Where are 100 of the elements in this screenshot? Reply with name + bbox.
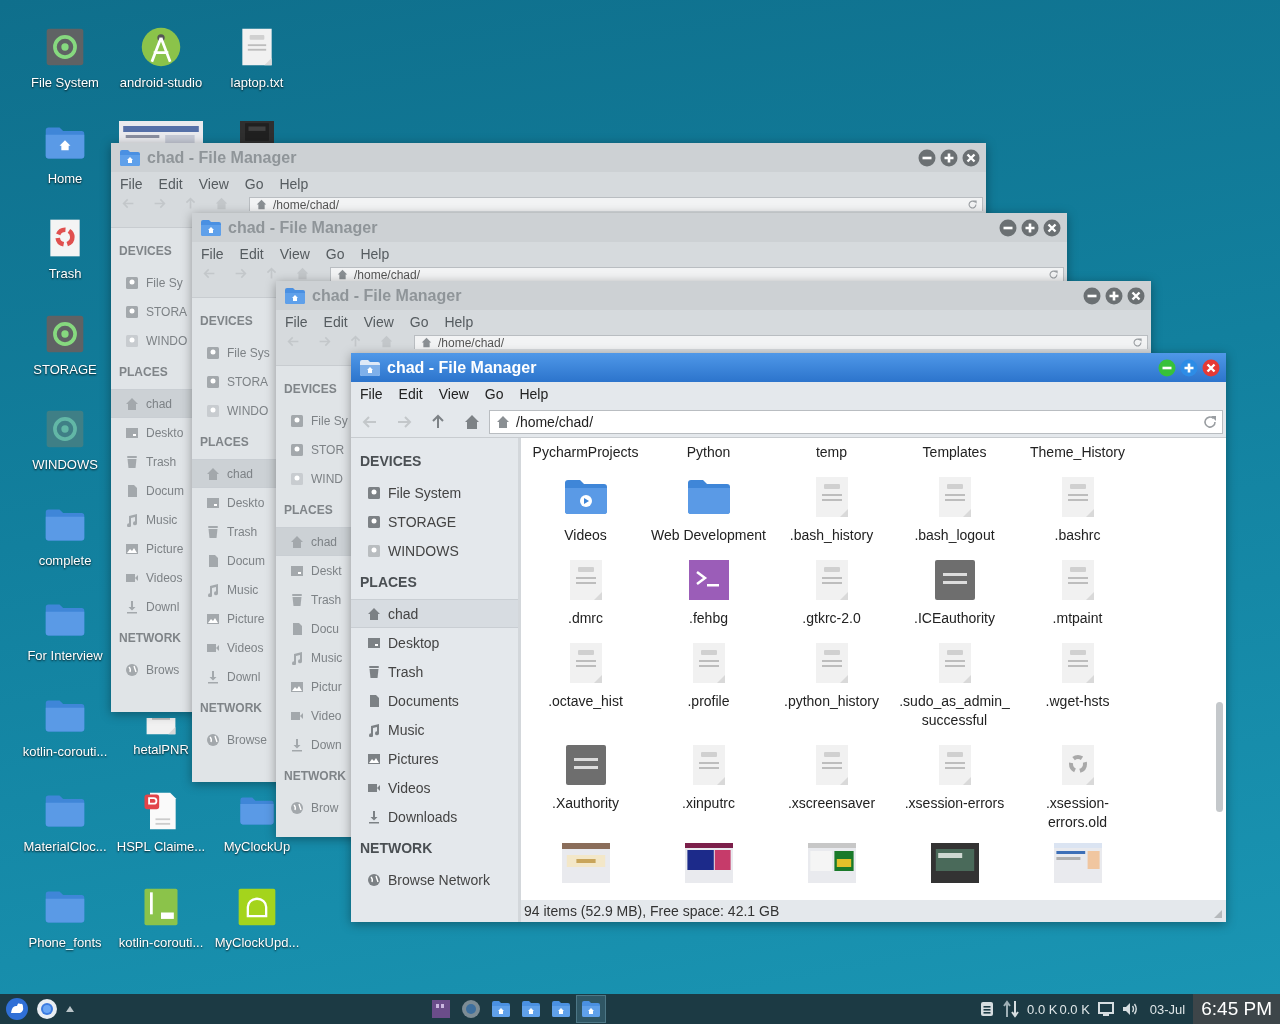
sidebar-item[interactable]: Desktop xyxy=(351,628,518,657)
app-menu-button[interactable] xyxy=(6,998,28,1020)
sidebar-item[interactable]: Browse Network xyxy=(351,865,518,894)
monitor-icon[interactable] xyxy=(1097,1002,1114,1016)
file-name[interactable]: PycharmProjects xyxy=(532,443,639,462)
caret-icon[interactable] xyxy=(66,1006,74,1012)
menu-item[interactable]: Edit xyxy=(390,386,431,402)
minimize-button[interactable] xyxy=(1158,358,1176,377)
file-name[interactable]: .bashrc xyxy=(1054,526,1101,545)
file-name[interactable]: .ICEauthority xyxy=(914,609,995,628)
shortcut-label[interactable]: Trash xyxy=(48,266,82,281)
file-name[interactable]: .xsession-errors.old xyxy=(1020,794,1135,832)
reload-icon[interactable] xyxy=(1202,413,1218,430)
network-arrows-icon[interactable] xyxy=(1003,1000,1020,1018)
shortcut-label[interactable]: WINDOWS xyxy=(32,457,98,472)
shortcut-label[interactable]: MyClockUpd... xyxy=(214,934,300,950)
sidebar-item[interactable]: File System xyxy=(351,478,518,507)
section-heading: NETWORK xyxy=(359,839,434,858)
file-name[interactable]: Web Development xyxy=(651,526,766,545)
file-name[interactable]: .xsession-errors xyxy=(904,794,1005,813)
folder-icon xyxy=(119,148,141,167)
menu-item[interactable]: Help xyxy=(511,386,557,402)
menu-item[interactable]: View xyxy=(430,386,477,402)
shortcut-label[interactable]: For Interview xyxy=(27,648,103,663)
shortcut-label[interactable]: hetalPNR xyxy=(133,741,189,757)
folder-icon xyxy=(200,218,222,237)
shortcut-label[interactable]: HSPL Claime... xyxy=(116,839,206,854)
clipboard-icon[interactable] xyxy=(979,1001,996,1017)
desktop-icon xyxy=(367,635,381,650)
file-name[interactable]: .sudo_as_admin_successful xyxy=(897,692,1012,730)
file-name[interactable]: .bash_logout xyxy=(914,526,995,545)
file-name[interactable]: Videos xyxy=(564,526,607,545)
path-field[interactable]: /home/chad/ xyxy=(489,409,1223,434)
section-heading: PLACES xyxy=(118,364,169,381)
menu-item[interactable]: File xyxy=(352,386,391,402)
browser-icon[interactable] xyxy=(36,998,58,1020)
file-name[interactable]: .gtkrc-2.0 xyxy=(802,609,861,628)
resize-grip-icon[interactable] xyxy=(1214,910,1222,918)
document-icon xyxy=(125,483,139,498)
file-name[interactable]: .octave_hist xyxy=(548,692,623,711)
shortcut-label[interactable]: kotlin-corouti... xyxy=(22,743,108,759)
sidebar-item[interactable]: Music xyxy=(351,715,518,744)
sidebar-item[interactable]: Documents xyxy=(351,686,518,715)
sidebar-item[interactable]: WINDOWS xyxy=(351,536,518,565)
home-icon xyxy=(290,534,304,549)
clock[interactable]: 6:45 PM xyxy=(1193,994,1280,1024)
file-name[interactable]: Python xyxy=(686,443,731,462)
sidebar-item[interactable]: Pictures xyxy=(351,744,518,773)
shortcut-label[interactable]: android-studio xyxy=(119,75,203,90)
home-button[interactable] xyxy=(464,413,480,430)
sidebar-item[interactable]: chad xyxy=(351,599,518,628)
file-name[interactable]: .profile xyxy=(687,692,730,711)
file-name[interactable]: .fehbg xyxy=(689,609,728,628)
sidebar-item[interactable]: Trash xyxy=(351,657,518,686)
up-button[interactable] xyxy=(430,413,446,430)
sidebar-item[interactable]: STORAGE xyxy=(351,507,518,536)
reload-icon[interactable] xyxy=(1132,337,1143,348)
file-name[interactable]: .mtpaint xyxy=(1052,609,1103,628)
section-heading: DEVICES xyxy=(199,313,254,330)
file-name[interactable]: .wget-hsts xyxy=(1045,692,1110,711)
taskbar-button[interactable] xyxy=(576,995,606,1023)
reload-icon[interactable] xyxy=(1048,269,1059,280)
download-icon xyxy=(125,599,139,614)
shortcut-label[interactable]: laptop.txt xyxy=(230,75,284,90)
file-name[interactable]: .xinputrc xyxy=(682,794,735,813)
shortcut-label[interactable]: MaterialCloc... xyxy=(23,839,107,854)
file-name[interactable]: .dmrc xyxy=(568,609,603,628)
image-icon xyxy=(367,751,381,766)
shortcut-label[interactable]: MyClockUp xyxy=(223,839,291,854)
network-speed: 0.0 K xyxy=(1027,1001,1058,1017)
file-name[interactable]: Theme_History xyxy=(1030,443,1125,462)
music-note-icon xyxy=(206,582,220,597)
shortcut-label[interactable]: Phone_fonts xyxy=(28,934,102,950)
shortcut-label[interactable]: Home xyxy=(47,170,83,186)
scrollbar-thumb[interactable] xyxy=(1216,702,1223,812)
section-heading: NETWORK xyxy=(283,768,347,785)
browser-icon xyxy=(460,998,482,1020)
speaker-icon[interactable] xyxy=(1121,1001,1138,1017)
menu-item[interactable]: Go xyxy=(476,386,512,402)
maximize-button[interactable] xyxy=(1180,358,1198,377)
shortcut-label[interactable]: File System xyxy=(31,75,99,90)
home-icon xyxy=(206,466,220,481)
file-name[interactable]: .xscreensaver xyxy=(787,794,876,813)
file-name[interactable]: .bash_history xyxy=(789,526,874,545)
sidebar-item[interactable]: Videos xyxy=(351,773,518,802)
file-name[interactable]: .Xauthority xyxy=(552,794,619,813)
music-note-icon xyxy=(367,722,381,737)
image-icon xyxy=(290,679,304,694)
file-name[interactable]: .python_history xyxy=(784,692,879,711)
close-button[interactable] xyxy=(1202,358,1220,377)
file-name[interactable]: temp xyxy=(815,443,848,462)
shortcut-label[interactable]: STORAGE xyxy=(33,361,97,377)
shortcut-label[interactable]: complete xyxy=(38,552,92,568)
reload-icon[interactable] xyxy=(967,199,978,210)
sidebar-item[interactable]: Downloads xyxy=(351,802,518,831)
music-note-icon xyxy=(290,650,304,665)
music-note-icon xyxy=(125,512,139,527)
shortcut-label[interactable]: kotlin-corouti... xyxy=(118,934,204,950)
network-speed: 0.0 K xyxy=(1059,1001,1090,1017)
file-name[interactable]: Templates xyxy=(922,443,987,462)
